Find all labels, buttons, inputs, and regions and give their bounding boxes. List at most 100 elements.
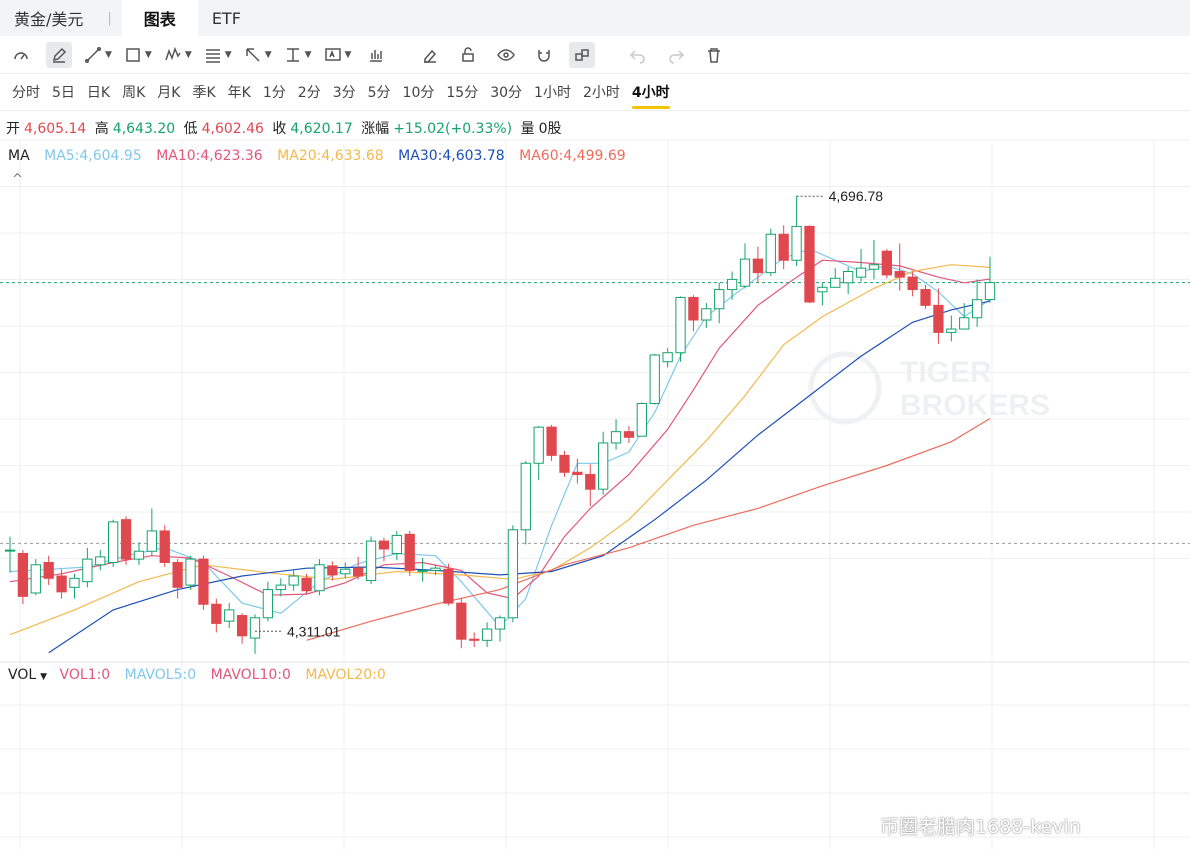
vol1-legend: VOL1:0 [59, 667, 111, 683]
candle-body [520, 462, 531, 531]
candle-body [959, 317, 970, 330]
change-label: 涨幅 [361, 121, 390, 137]
candle-body [378, 540, 390, 550]
candle-body [675, 296, 686, 354]
open-label: 开 [6, 121, 20, 137]
ma20-legend: MA20:4,633.68 [277, 148, 384, 164]
candle-body [585, 474, 596, 490]
candle-body [610, 431, 622, 444]
tiger-logo-icon [808, 351, 882, 425]
mavol5-legend: MAVOL5:0 [124, 667, 197, 683]
high-value: 4,643.20 [112, 121, 176, 137]
tiger-brokers-logo: TIGER [900, 356, 992, 389]
close-value: 4,620.17 [290, 121, 353, 137]
candle-body [456, 602, 467, 640]
candle-body [224, 609, 235, 622]
max-price-label: 4,696.78 [829, 188, 884, 204]
candle-body [907, 276, 918, 291]
candle-body [494, 617, 506, 630]
min-price-label: 4,311.01 [287, 623, 341, 639]
ma-legend-title[interactable]: MA [8, 148, 30, 164]
high-label: 高 [94, 121, 109, 137]
candle-body [262, 589, 274, 619]
chart-app: 黄金/美元 | 图表 ETF ▼ ▼ ▼ ▼ ▼ ▼ ▼ 分时 5日 日K 周K… [0, 0, 1190, 849]
candle-body [327, 565, 338, 576]
candle-body [120, 519, 132, 560]
candle-body [933, 304, 944, 333]
candle-body [443, 568, 454, 604]
candle-body [881, 250, 892, 276]
ma60-legend: MA60:4,499.69 [519, 148, 626, 164]
candle-body [30, 564, 41, 594]
tiger-brokers-logo: BROKERS [900, 389, 1050, 422]
candle-body [185, 558, 196, 586]
candle-body [688, 296, 699, 321]
candle-body [855, 267, 867, 278]
candle-body [69, 577, 80, 588]
candle-body [765, 233, 776, 274]
candle-body [82, 558, 93, 583]
candle-body [133, 550, 145, 560]
candle-body [236, 615, 248, 637]
candle-body [211, 603, 222, 624]
candle-body [984, 282, 996, 301]
change-value: +15.02(+0.33%) [393, 121, 513, 137]
ma10-legend: MA10:4,623.36 [156, 148, 263, 164]
collapse-chevron-icon[interactable]: ^ [12, 172, 23, 187]
open-value: 4,605.14 [24, 121, 87, 137]
candle-body [817, 286, 828, 293]
candle-body [662, 352, 673, 363]
low-label: 低 [183, 121, 198, 137]
candle-body [17, 552, 29, 597]
candle-body [4, 549, 16, 552]
vol-legend-title[interactable]: VOL [8, 667, 36, 683]
watermark: 币圈老腊肉1688-kevin [880, 816, 1081, 838]
ma10-line [9, 259, 991, 600]
candle-body [275, 584, 286, 591]
candle-body [95, 556, 106, 566]
candle-body [301, 577, 312, 592]
candle-body [572, 471, 583, 476]
candle-body [288, 575, 299, 586]
candle-body [481, 628, 493, 641]
candle-body [108, 521, 119, 564]
candle-body [391, 534, 402, 554]
candle-body [714, 289, 725, 310]
candle-body [701, 308, 712, 321]
candle-body [894, 271, 905, 278]
candle-body [417, 569, 428, 572]
candle-body [946, 328, 957, 333]
candle-body [43, 562, 54, 579]
candle-body [752, 258, 764, 274]
ohlc-readout: 开 4,605.14 高 4,643.20 低 4,602.46 收 4,620.17 … [6, 118, 566, 138]
close-label: 收 [272, 121, 287, 137]
candle-body [249, 617, 261, 639]
candle-body [649, 354, 660, 404]
candle-body [198, 558, 209, 605]
candle-body [340, 568, 351, 575]
mavol10-legend: MAVOL10:0 [210, 667, 291, 683]
ma20-line [9, 264, 991, 636]
volume-label: 量 [520, 121, 535, 137]
candle-body [469, 638, 480, 641]
candle-body [868, 264, 880, 270]
candle-body [843, 271, 854, 284]
candle-body [172, 562, 183, 588]
volume-value: 0股 [538, 121, 562, 137]
candle-body [791, 225, 802, 261]
candle-body [636, 402, 647, 437]
candle-body [314, 564, 325, 592]
candle-body [920, 289, 931, 306]
candle-body [56, 575, 67, 593]
candle-body [507, 529, 519, 619]
vol-dropdown-icon[interactable]: ▼ [40, 672, 47, 682]
ma5-legend: MA5:4,604.95 [44, 148, 142, 164]
candle-body [430, 567, 441, 571]
candle-body [559, 454, 570, 473]
mavol20-legend: MAVOL20:0 [305, 667, 386, 683]
candle-body [353, 567, 364, 577]
ma-legend: MA MA5:4,604.95 MA10:4,623.36 MA20:4,633… [8, 148, 636, 164]
low-value: 4,602.46 [201, 121, 264, 137]
candle-body [598, 442, 609, 490]
ma30-legend: MA30:4,603.78 [398, 148, 505, 164]
